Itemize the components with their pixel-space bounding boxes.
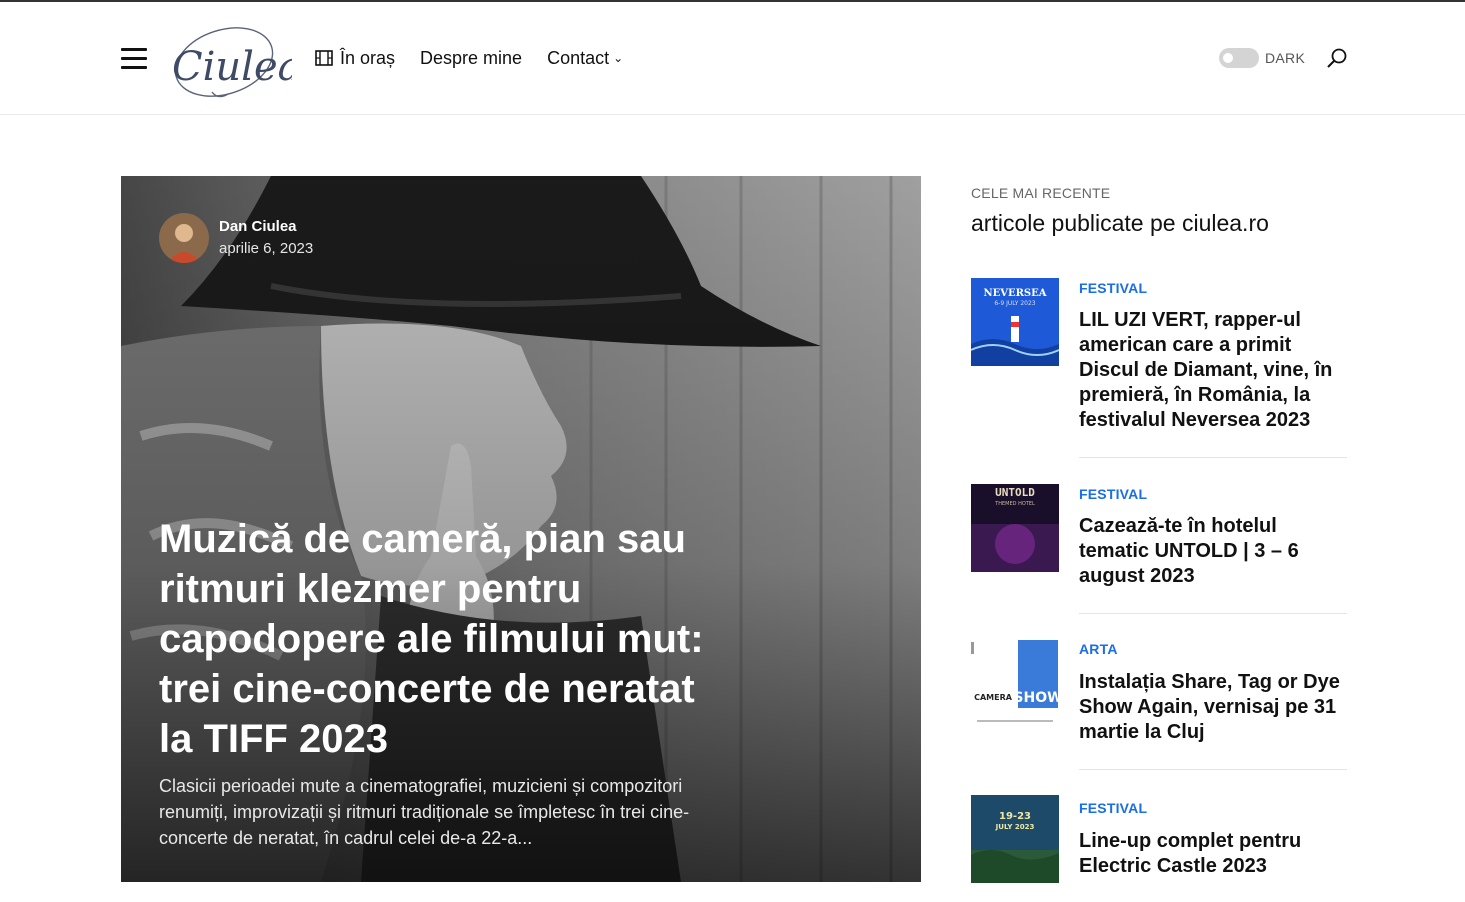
nav-label: Contact [547,47,610,68]
recent-post[interactable]: CAMERA SHOW ARTA Instalația Share, Tag o… [971,640,1351,770]
post-date: aprilie 6, 2023 [219,240,314,257]
post-thumbnail[interactable]: NEVERSEA 6-9 JULY 2023 [971,278,1059,366]
site-logo[interactable]: Ciulea [168,14,292,106]
nav-item-contact[interactable]: Contact ⌄ [547,48,623,69]
post-thumbnail[interactable]: 19-23 JULY 2023 [971,795,1059,883]
post-category[interactable]: ARTA [1079,641,1118,657]
search-icon[interactable] [1325,47,1349,71]
divider [1079,769,1347,770]
thumb-text: CAMERA [974,693,1013,702]
recent-post[interactable]: NEVERSEA 6-9 JULY 2023 FESTIVAL LIL UZI … [971,278,1351,458]
post-category[interactable]: FESTIVAL [1079,280,1147,296]
nav-item-in-oras[interactable]: În oraș [314,48,395,69]
main-nav: În oraș Despre mine Contact ⌄ [314,46,648,70]
thumb-sub: SHOW [1013,690,1059,706]
divider [1079,457,1347,458]
thumb-sub: 6-9 JULY 2023 [994,300,1035,307]
nav-label: Despre mine [420,47,523,68]
featured-post[interactable]: Dan Ciulea aprilie 6, 2023 Muzică de cam… [121,176,921,882]
nav-label: În oraș [340,47,396,68]
thumb-text: 19-23 [999,811,1031,822]
dark-label: DARK [1265,50,1306,66]
avatar [159,213,209,263]
thumb-sub: THEMED HOTEL [994,501,1035,507]
post-category[interactable]: FESTIVAL [1079,800,1147,816]
post-author[interactable]: Dan Ciulea aprilie 6, 2023 [159,213,313,263]
post-title[interactable]: Cazează-te în hotelul tematic UNTOLD | 3… [1079,514,1347,589]
nav-item-despre-mine[interactable]: Despre mine [420,48,522,69]
sidebar-label: CELE MAI RECENTE [971,185,1111,201]
sidebar-heading: articole publicate pe ciulea.ro [971,210,1269,236]
thumb-sub: JULY 2023 [995,823,1035,831]
featured-title[interactable]: Muzică de cameră, pian sau ritmuri klezm… [159,514,719,764]
post-thumbnail[interactable]: UNTOLD THEMED HOTEL [971,484,1059,572]
post-category[interactable]: FESTIVAL [1079,486,1147,502]
featured-excerpt: Clasicii perioadei mute a cinematografie… [159,776,690,848]
dark-mode-toggle[interactable]: DARK [1219,48,1305,68]
thumb-text: UNTOLD [995,486,1035,499]
author-name[interactable]: Dan Ciulea [219,216,313,238]
toggle-switch[interactable] [1219,48,1259,68]
thumb-text: NEVERSEA [983,288,1046,299]
divider [1079,613,1347,614]
site-header: Ciulea În oraș Despre mine Contact ⌄ DAR… [0,2,1465,115]
post-title[interactable]: Line-up complet pentru Electric Castle 2… [1079,829,1347,879]
post-title[interactable]: LIL UZI VERT, rapper-ul american care a … [1079,308,1347,433]
film-icon [315,50,333,66]
menu-icon[interactable] [121,48,147,70]
post-thumbnail[interactable]: CAMERA SHOW [971,640,1059,728]
recent-post[interactable]: 19-23 JULY 2023 FESTIVAL Line-up complet… [971,795,1351,895]
recent-post[interactable]: UNTOLD THEMED HOTEL FESTIVAL Cazează-te … [971,484,1351,614]
svg-text:Ciulea: Ciulea [172,44,292,90]
chevron-down-icon: ⌄ [613,51,624,65]
post-title[interactable]: Instalația Share, Tag or Dye Show Again,… [1079,670,1347,745]
